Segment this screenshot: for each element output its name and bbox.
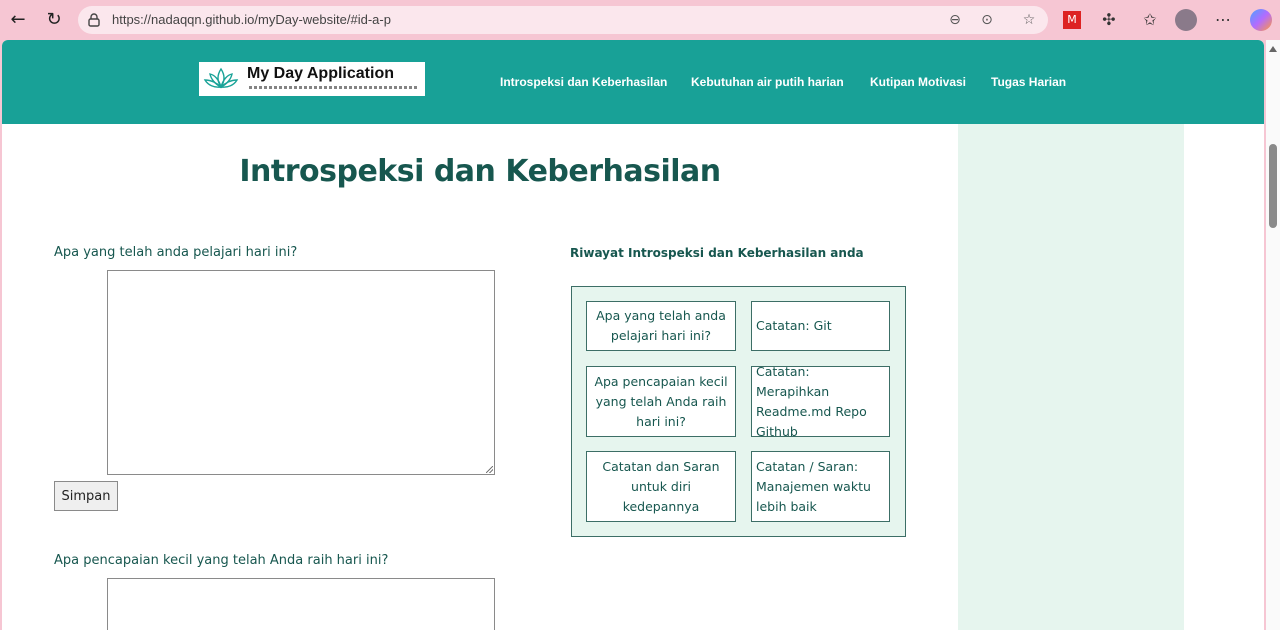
address-bar[interactable]: https://nadaqqn.github.io/myDay-website/… [78,6,1048,34]
history-answer-cell: Catatan / Saran: Manajemen waktu lebih b… [751,451,890,522]
question-achievement-textarea[interactable] [107,578,495,630]
history-answer-cell: Catatan: Merapihkan Readme.md Repo Githu… [751,364,890,439]
scroll-up-icon[interactable] [1269,46,1277,52]
history-question-cell: Catatan dan Saran untuk diri kedepannya [586,451,736,522]
site-header: My Day Application Introspeksi dan Keber… [2,40,1264,124]
browser-toolbar: ← ↻ https://nadaqqn.github.io/myDay-webs… [0,0,1280,40]
lock-icon[interactable] [86,12,102,28]
question-learned-textarea[interactable] [107,270,495,475]
page-title: Introspeksi dan Keberhasilan [239,154,721,189]
refresh-icon[interactable]: ↻ [42,8,66,32]
extensions-puzzle-icon[interactable]: ✣ [1098,9,1120,31]
resize-handle-icon[interactable] [486,466,493,473]
favorite-star-icon[interactable]: ☆ [1020,11,1038,29]
lotus-logo-icon [203,67,239,89]
history-table: Apa yang telah anda pelajari hari ini? C… [571,286,906,537]
nav-kebutuhan-air[interactable]: Kebutuhan air putih harian [691,75,844,89]
history-title: Riwayat Introspeksi dan Keberhasilan and… [570,246,864,260]
url-text[interactable]: https://nadaqqn.github.io/myDay-website/… [112,12,391,27]
copilot-icon[interactable] [1250,9,1272,31]
side-panel [958,124,1184,630]
profile-avatar-icon[interactable] [1175,9,1197,31]
extension-red-icon[interactable]: M [1063,11,1081,29]
back-icon[interactable]: ← [6,8,30,32]
save-button[interactable]: Simpan [54,481,118,511]
site-logo[interactable]: My Day Application [199,62,425,96]
favorites-icon[interactable]: ✩ [1139,9,1161,31]
logo-title: My Day Application [247,65,394,82]
web-page: My Day Application Introspeksi dan Keber… [2,40,1264,630]
question-learned-label: Apa yang telah anda pelajari hari ini? [54,245,298,260]
zoom-icon[interactable]: ⊖ [946,11,964,29]
scroll-thumb[interactable] [1269,144,1277,228]
more-menu-icon[interactable]: ⋯ [1212,9,1234,31]
question-achievement-label: Apa pencapaian kecil yang telah Anda rai… [54,553,389,568]
nav-introspeksi[interactable]: Introspeksi dan Keberhasilan [500,75,667,89]
nav-kutipan-motivasi[interactable]: Kutipan Motivasi [870,75,966,89]
nav-tugas-harian[interactable]: Tugas Harian [991,75,1066,89]
history-question-cell: Apa yang telah anda pelajari hari ini? [586,301,736,351]
page-scrollbar[interactable] [1266,40,1280,630]
reading-options-icon[interactable]: ⊙ [978,11,996,29]
history-question-cell: Apa pencapaian kecil yang telah Anda rai… [586,366,736,437]
history-answer-cell: Catatan: Git [751,301,890,351]
logo-tagline [249,86,419,89]
